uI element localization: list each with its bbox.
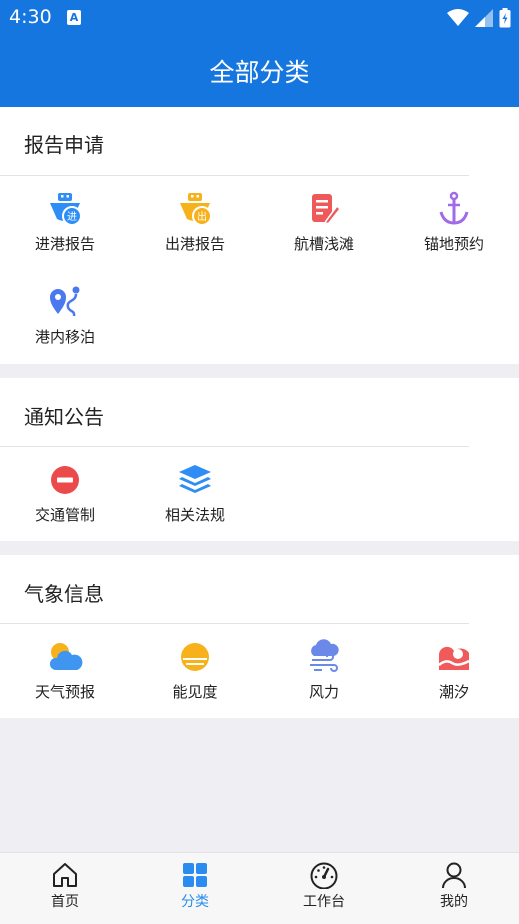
grid-item-label: 潮汐: [438, 683, 469, 701]
section-title: 报告申请: [24, 133, 104, 157]
bottom-nav: 首页 分类 工作台 我的: [0, 852, 519, 924]
status-icons: [447, 8, 511, 28]
grid-item-label: 天气预报: [34, 683, 95, 701]
divider: [0, 175, 469, 176]
tab-category[interactable]: 分类: [140, 861, 250, 911]
app-header: 4:30 A 全部分类: [0, 0, 519, 107]
grid-icon: [183, 863, 207, 887]
route-map-icon: [50, 286, 80, 317]
section-report: 报告申请 进 进港报告 出 出港报告 航槽浅滩 锚地预约 港内移泊: [0, 107, 519, 364]
grid-item-tide[interactable]: 潮汐: [399, 639, 509, 702]
signal-icon: [475, 9, 493, 27]
grid-item-arrival-report[interactable]: 进 进港报告: [10, 191, 120, 254]
status-bar: 4:30 A: [0, 0, 519, 36]
grid-item-berth-shift[interactable]: 港内移泊: [10, 284, 120, 347]
grid-item-wind[interactable]: 风力: [269, 639, 379, 702]
section-title: 通知公告: [24, 405, 104, 429]
grid-item-anchorage[interactable]: 锚地预约: [399, 191, 509, 254]
grid-item-visibility[interactable]: 能见度: [140, 639, 250, 702]
grid-item-traffic-control[interactable]: 交通管制: [10, 462, 120, 525]
grid-item-weather-forecast[interactable]: 天气预报: [10, 639, 120, 702]
tab-label: 我的: [440, 894, 468, 910]
grid-item-label: 相关法规: [164, 506, 225, 524]
grid-item-departure-report[interactable]: 出 出港报告: [140, 191, 250, 254]
tab-label: 工作台: [303, 894, 345, 910]
grid-item-regulations[interactable]: 相关法规: [140, 462, 250, 525]
tab-home[interactable]: 首页: [10, 861, 120, 911]
tab-label: 分类: [181, 894, 209, 910]
divider: [0, 446, 469, 447]
user-icon: [442, 862, 466, 889]
edit-doc-icon: [312, 194, 342, 226]
wind-icon: [310, 639, 339, 672]
a-icon: A: [67, 10, 81, 25]
ship-out-icon: 出: [180, 193, 212, 226]
battery-icon: [499, 8, 511, 28]
grid-item-channel-shoal[interactable]: 航槽浅滩: [269, 191, 379, 254]
section-weather: 气象信息 天气预报 能见度 风力 潮汐: [0, 555, 519, 718]
tab-mine[interactable]: 我的: [399, 861, 509, 911]
sun-horizon-icon: [181, 643, 209, 671]
section-notice: 通知公告 交通管制 相关法规: [0, 378, 519, 541]
divider: [0, 623, 469, 624]
grid-item-label: 锚地预约: [423, 235, 484, 253]
svg-text:出: 出: [197, 210, 207, 223]
tab-workbench[interactable]: 工作台: [269, 861, 379, 911]
grid-item-label: 出港报告: [164, 235, 225, 253]
grid-item-label: 航槽浅滩: [293, 235, 354, 253]
no-entry-icon: [51, 466, 79, 494]
sun-cloud-icon: [49, 643, 83, 670]
dashboard-icon: [310, 862, 338, 889]
grid-item-label: 港内移泊: [34, 328, 95, 346]
grid-item-label: 风力: [308, 683, 339, 701]
home-icon: [53, 863, 77, 887]
layers-icon: [179, 465, 211, 493]
page-title: 全部分类: [209, 58, 310, 87]
grid-item-label: 进港报告: [34, 235, 95, 253]
grid-item-label: 交通管制: [34, 506, 95, 524]
tide-icon: [438, 646, 470, 670]
wifi-icon: [447, 9, 469, 26]
anchor-icon: [439, 191, 469, 225]
grid-item-label: 能见度: [172, 683, 218, 701]
ship-in-icon: 进: [50, 193, 82, 226]
status-time: 4:30: [9, 6, 52, 28]
tab-label: 首页: [51, 894, 79, 910]
svg-text:进: 进: [67, 211, 77, 223]
section-title: 气象信息: [24, 582, 104, 606]
